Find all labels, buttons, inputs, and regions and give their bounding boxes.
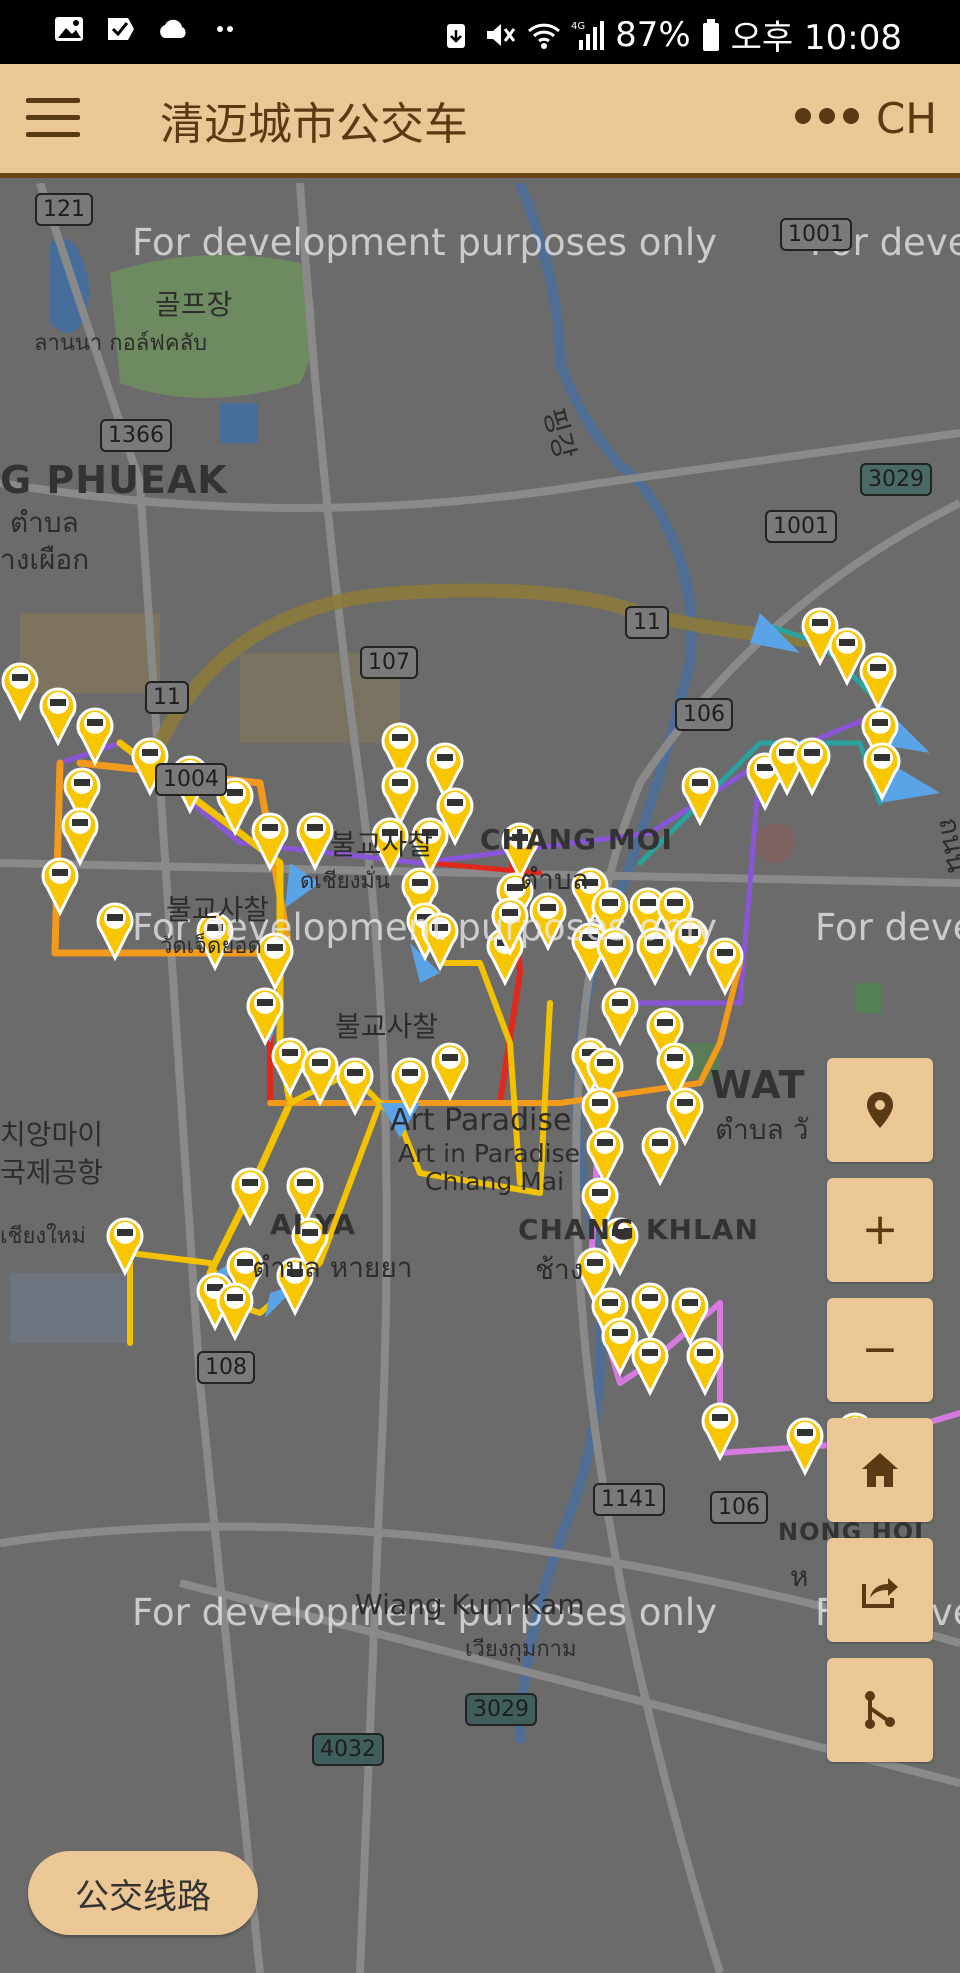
more-dots-icon: [208, 12, 242, 46]
bus-stop-marker[interactable]: [601, 987, 639, 1047]
road-shield: 1001: [780, 218, 852, 251]
bus-stop-marker[interactable]: [381, 767, 419, 827]
bus-stop-marker[interactable]: [1, 662, 39, 722]
road-shield: 11: [145, 681, 189, 714]
map-label: 불교사찰: [330, 828, 434, 861]
map-label: ดเชียงมั่น: [300, 869, 390, 894]
road-shield: 3029: [860, 463, 932, 496]
map-label: ช้าง: [535, 1253, 584, 1286]
map-label: Art Paradise: [390, 1103, 572, 1138]
alarm-icon: [439, 18, 473, 52]
share-button[interactable]: [827, 1538, 933, 1642]
watermark: For development purposes only: [132, 221, 718, 264]
bus-stop-marker[interactable]: [793, 737, 831, 797]
bus-stop-marker[interactable]: [631, 1282, 669, 1342]
road-shield: 1004: [155, 763, 227, 796]
mute-icon: [483, 18, 517, 52]
map-label: 골프장: [155, 288, 233, 321]
bus-stop-marker[interactable]: [431, 1042, 469, 1102]
battery-icon: [701, 18, 721, 52]
route-icon: [865, 1691, 895, 1729]
map-label: 치앙마이: [0, 1118, 104, 1151]
zoom-in-label: +: [861, 1204, 899, 1255]
more-dots-icon[interactable]: [795, 108, 859, 124]
bus-stop-marker[interactable]: [61, 807, 99, 867]
status-bar: 4G 87% 오후 10:08: [0, 0, 960, 64]
watermark: For development purposes only: [815, 906, 960, 949]
bus-stop-marker[interactable]: [216, 1282, 254, 1342]
map-label: Chiang Mai: [425, 1167, 565, 1196]
road-shield: 121: [35, 193, 93, 226]
map-label: เวียงกุมกาม: [465, 1637, 577, 1662]
bus-stop-marker[interactable]: [106, 1217, 144, 1277]
bus-stop-marker[interactable]: [686, 1337, 724, 1397]
road-shield: 1141: [593, 1483, 665, 1516]
road-shield: 106: [675, 698, 733, 731]
map-label: G PHUEAK: [0, 458, 228, 502]
bus-routes-button[interactable]: 公交线路: [28, 1851, 258, 1935]
gallery-icon: [52, 12, 86, 46]
bus-stop-marker[interactable]: [641, 1127, 679, 1187]
page-title: 清迈城市公交车: [160, 99, 468, 150]
zoom-in-button[interactable]: +: [827, 1178, 933, 1282]
location-pin-icon: [867, 1092, 893, 1128]
road-shield: 108: [197, 1351, 255, 1384]
road-shield: 3029: [465, 1693, 537, 1726]
bus-stop-marker[interactable]: [671, 1287, 709, 1347]
zoom-out-button[interactable]: −: [827, 1298, 933, 1402]
bus-stop-marker[interactable]: [631, 1337, 669, 1397]
bus-stop-marker[interactable]: [859, 652, 897, 712]
bus-stop-markers: [1, 607, 901, 1477]
bus-stop-marker[interactable]: [41, 857, 79, 917]
share-icon: [862, 1578, 898, 1608]
hamburger-menu-icon[interactable]: [26, 98, 80, 142]
map-label: 국제공항: [0, 1156, 104, 1189]
map-label: 불교사찰: [335, 1010, 439, 1043]
bus-stop-marker[interactable]: [601, 1317, 639, 1377]
map-label: CHANG KHLAN: [518, 1213, 759, 1246]
battery-percent: 87%: [615, 14, 691, 55]
clock: 오후 10:08: [730, 18, 902, 58]
bus-stop-marker[interactable]: [251, 812, 289, 872]
bus-stop-marker[interactable]: [786, 1417, 824, 1477]
check-icon: [104, 12, 138, 46]
road-shield: 4032: [312, 1733, 384, 1766]
my-location-button[interactable]: [827, 1058, 933, 1162]
map-label: CHANG MOI: [480, 823, 673, 856]
cloud-icon: [156, 12, 190, 46]
map-label: างเผือก: [0, 543, 90, 576]
map-label: ห: [790, 1560, 809, 1593]
app-bar: 清迈城市公交车 CH: [0, 64, 960, 178]
bus-stop-marker[interactable]: [39, 687, 77, 747]
map-label: ลานนา กอล์ฟคลับ: [34, 331, 208, 356]
map-label: ตำบล: [520, 863, 589, 896]
map-label: Wiang Kum Kam: [355, 1588, 585, 1621]
bus-stop-marker[interactable]: [828, 627, 866, 687]
map-label: เชียงใหม่: [0, 1224, 86, 1249]
map-label: Art in Paradise: [398, 1139, 580, 1168]
zoom-out-label: −: [861, 1324, 899, 1375]
map-label: AI YA: [270, 1208, 357, 1241]
road-shield: 107: [360, 646, 418, 679]
map-view[interactable]: For development purposes only For develo…: [0, 183, 960, 1973]
map-label: 불교사찰: [166, 893, 270, 926]
road-shield: 11: [625, 606, 669, 639]
road-shield: 1366: [100, 419, 172, 452]
map-label: ตำบล หายยา: [252, 1251, 413, 1284]
road-shield: 1001: [765, 510, 837, 543]
route-button[interactable]: [827, 1658, 933, 1762]
language-switch-button[interactable]: CH: [876, 94, 937, 143]
home-icon: [862, 1453, 898, 1487]
map-label: ตำบล วั: [715, 1113, 809, 1146]
road-shield: 106: [710, 1491, 768, 1524]
map-label: WAT: [710, 1063, 806, 1107]
svg-text:4G: 4G: [571, 21, 585, 32]
bus-stop-marker[interactable]: [296, 812, 334, 872]
signal-icon: 4G: [571, 18, 605, 52]
map-label: วัดเจ็ดยอด: [160, 934, 262, 959]
wifi-icon: [527, 18, 561, 52]
home-button[interactable]: [827, 1418, 933, 1522]
